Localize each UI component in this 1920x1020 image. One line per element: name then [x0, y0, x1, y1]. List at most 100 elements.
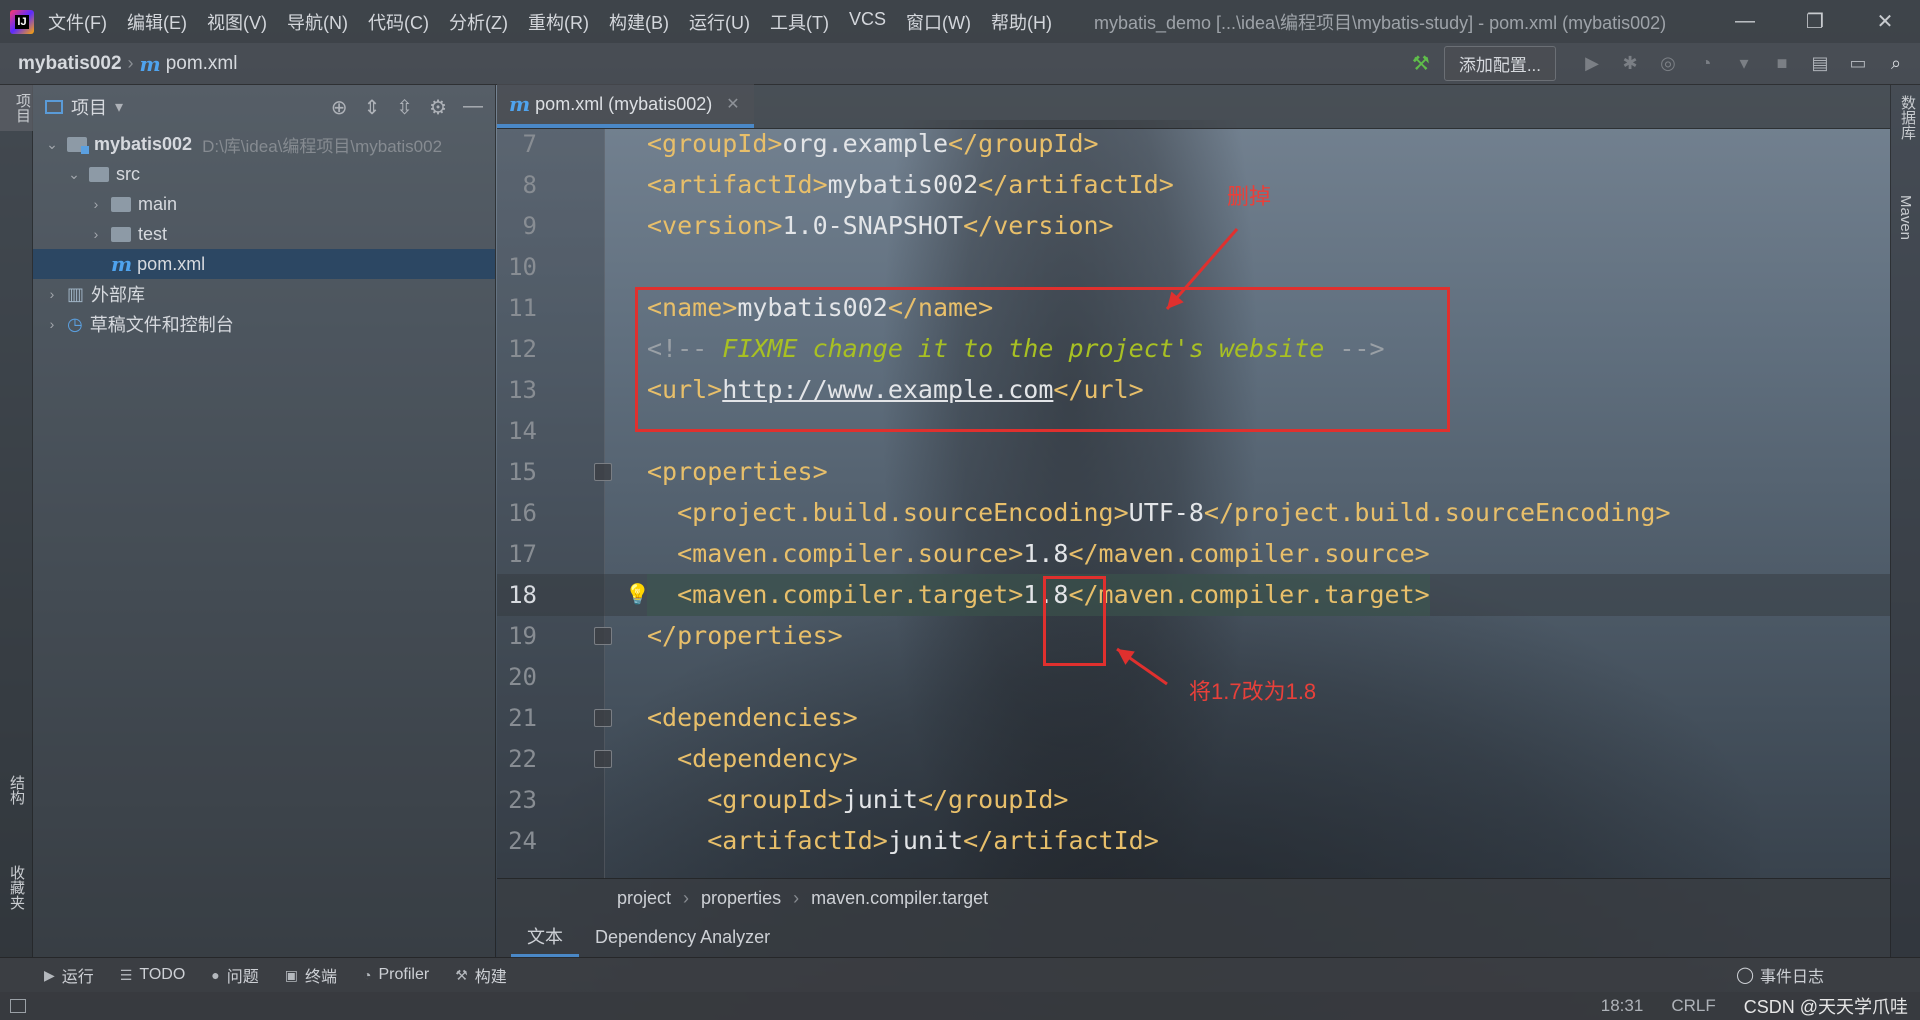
editor-view-tab[interactable]: 文本 — [511, 917, 579, 958]
tree-item[interactable]: ⌄ mybatis002 D:\库\idea\编程项目\mybatis002 — [33, 129, 495, 159]
coverage-icon[interactable]: ◎ — [1656, 52, 1680, 76]
menu-item[interactable]: 分析(Z) — [449, 9, 508, 35]
code-line[interactable]: 17 <maven.compiler.source>1.8</maven.com… — [497, 533, 1890, 575]
hide-panel-icon[interactable]: — — [463, 95, 483, 120]
tool-window-button[interactable]: ▶ 运行 — [44, 963, 94, 987]
caret-position[interactable]: 18:31 — [1601, 996, 1644, 1016]
code-line[interactable]: 15 <properties> — [497, 451, 1890, 493]
xml-breadcrumb-item[interactable]: maven.compiler.target — [811, 888, 988, 909]
chevron-right-icon[interactable]: › — [87, 196, 105, 212]
code-area[interactable]: 7 <groupId>org.example</groupId> 8 <artifac… — [497, 129, 1890, 879]
fold-marker-icon[interactable] — [594, 463, 612, 481]
breadcrumb-file[interactable]: pom.xml — [166, 53, 238, 75]
xml-breadcrumb-item[interactable]: project — [617, 888, 671, 909]
tool-window-button[interactable]: ▣ 终端 — [285, 963, 337, 987]
collapse-all-icon[interactable]: ⇳ — [396, 95, 413, 120]
code-line[interactable]: 10 — [497, 246, 1890, 288]
breadcrumb-separator-icon: › — [793, 887, 800, 908]
chevron-right-icon[interactable]: › — [43, 316, 61, 332]
code-text: <version>1.0-SNAPSHOT</version> — [647, 205, 1114, 247]
breadcrumb-project[interactable]: mybatis002 — [18, 53, 122, 75]
search-icon[interactable]: ⌕ — [1884, 52, 1908, 76]
line-number: 11 — [508, 294, 537, 322]
menu-item[interactable]: 代码(C) — [368, 9, 429, 35]
build-hammer-icon[interactable]: ⚒ — [1412, 51, 1430, 76]
tree-item-label: src — [116, 163, 140, 184]
menu-item[interactable]: 编辑(E) — [127, 9, 187, 35]
code-line[interactable]: 22 <dependency> — [497, 738, 1890, 780]
code-line[interactable]: 8 <artifactId>mybatis002</artifactId> — [497, 164, 1890, 206]
code-line[interactable]: 24 <artifactId>junit</artifactId> — [497, 820, 1890, 862]
menu-item[interactable]: 导航(N) — [287, 9, 348, 35]
code-line[interactable]: 16 <project.build.sourceEncoding>UTF-8</… — [497, 492, 1890, 534]
line-separator[interactable]: CRLF — [1671, 996, 1715, 1016]
locate-file-icon[interactable]: ⊕ — [331, 95, 348, 120]
stop-icon[interactable]: ■ — [1770, 52, 1794, 76]
database-tool-tab[interactable]: 数据库 — [1897, 95, 1918, 140]
intention-bulb-icon[interactable]: 💡 — [625, 582, 650, 607]
debug-icon[interactable]: ✱ — [1618, 52, 1642, 76]
tool-window-button[interactable]: ☰ TODO — [120, 963, 186, 987]
tree-item[interactable]: ⌄ src — [33, 159, 495, 189]
add-configuration-button[interactable]: 添加配置... — [1443, 46, 1556, 81]
annotation-box-version — [1043, 576, 1106, 666]
tree-item[interactable]: › ◷ 草稿文件和控制台 — [33, 309, 495, 339]
structure-tool-tab[interactable]: 结构 — [6, 775, 27, 805]
tree-item[interactable]: › ▥ 外部库 — [33, 279, 495, 309]
tool-window-button[interactable]: ◔ Profiler — [363, 963, 429, 987]
favorites-tool-tab[interactable]: 收藏夹 — [6, 865, 27, 910]
tree-item[interactable]: › test — [33, 219, 495, 249]
event-log-button[interactable]: ◯ 事件日志 — [1736, 963, 1824, 987]
minimize-button[interactable]: — — [1710, 0, 1780, 43]
fold-marker-icon[interactable] — [594, 750, 612, 768]
menu-item[interactable]: 文件(F) — [48, 9, 107, 35]
project-structure-icon[interactable]: ▤ — [1808, 52, 1832, 76]
code-token-tag: <artifactId> — [647, 170, 828, 199]
close-button[interactable]: ✕ — [1850, 0, 1920, 43]
menu-item[interactable]: 构建(B) — [609, 9, 669, 35]
project-tool-tab[interactable]: 项目 — [0, 85, 33, 131]
code-line[interactable]: 7 <groupId>org.example</groupId> — [497, 129, 1890, 165]
toggle-tool-windows-icon[interactable] — [10, 999, 26, 1013]
xml-breadcrumb-item[interactable]: properties — [701, 888, 781, 909]
code-line[interactable]: 19 </properties> — [497, 615, 1890, 657]
tab-pom-xml[interactable]: m pom.xml (mybatis002) ✕ — [497, 84, 754, 128]
line-number: 24 — [508, 827, 537, 855]
chevron-down-icon[interactable]: ⌄ — [43, 136, 61, 153]
settings-gear-icon[interactable]: ⚙ — [429, 95, 447, 120]
menu-item[interactable]: 视图(V) — [207, 9, 267, 35]
menu-item[interactable]: 工具(T) — [770, 9, 829, 35]
editor-view-tab[interactable]: Dependency Analyzer — [579, 917, 786, 958]
menu-item[interactable]: 运行(U) — [689, 9, 750, 35]
code-token-tag: <maven.compiler.source> — [647, 539, 1024, 568]
view-dropdown-icon[interactable]: ▾ — [115, 97, 123, 117]
menu-item[interactable]: 帮助(H) — [991, 9, 1052, 35]
tree-item[interactable]: › main — [33, 189, 495, 219]
tree-item[interactable]: m pom.xml — [33, 249, 495, 279]
code-line[interactable]: 18 <maven.compiler.target>1.8</maven.com… — [497, 574, 1890, 616]
project-panel-title[interactable]: 项目 — [71, 94, 107, 120]
tool-window-label: 运行 — [61, 969, 94, 986]
code-token-tag: <project.build.sourceEncoding> — [647, 498, 1129, 527]
profile-icon[interactable]: ◔ — [1694, 52, 1718, 76]
close-tab-icon[interactable]: ✕ — [726, 94, 739, 114]
chevron-right-icon[interactable]: › — [43, 286, 61, 302]
more-run-options-icon[interactable]: ▾ — [1732, 52, 1756, 76]
restore-button[interactable]: ❐ — [1780, 0, 1850, 43]
chevron-right-icon[interactable]: › — [87, 226, 105, 242]
chevron-down-icon[interactable]: ⌄ — [65, 166, 83, 183]
menu-item[interactable]: 窗口(W) — [906, 9, 971, 35]
code-line[interactable]: 9 <version>1.0-SNAPSHOT</version> — [497, 205, 1890, 247]
code-line[interactable]: 23 <groupId>junit</groupId> — [497, 779, 1890, 821]
expand-all-icon[interactable]: ⇕ — [364, 95, 381, 120]
menu-item[interactable]: VCS — [849, 9, 886, 35]
fold-marker-icon[interactable] — [594, 627, 612, 645]
tool-window-button[interactable]: ● 问题 — [211, 963, 258, 987]
menu-item[interactable]: 重构(R) — [528, 9, 589, 35]
maven-tool-tab[interactable]: Maven — [1897, 195, 1914, 240]
tool-window-button[interactable]: ⚒ 构建 — [455, 963, 507, 987]
run-icon[interactable]: ▶ — [1580, 52, 1604, 76]
layout-icon[interactable]: ▭ — [1846, 52, 1870, 76]
library-icon: ▥ — [67, 283, 85, 304]
fold-marker-icon[interactable] — [594, 709, 612, 727]
